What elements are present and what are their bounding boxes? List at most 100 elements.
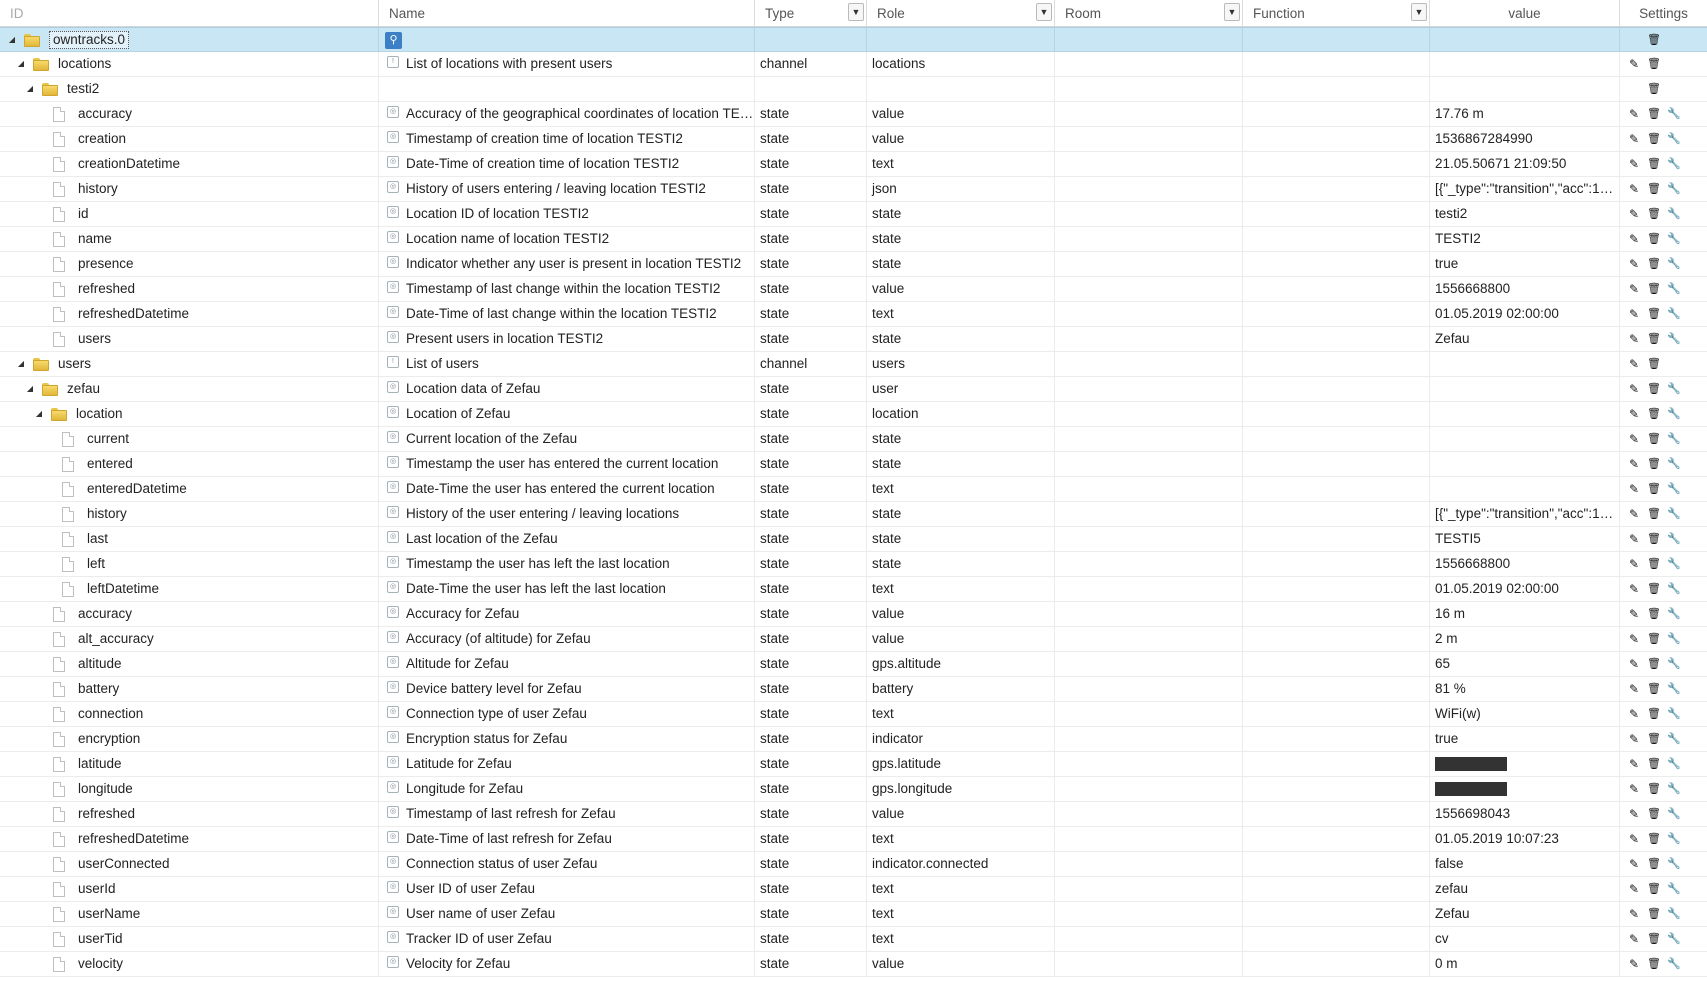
room-cell[interactable] bbox=[1055, 677, 1243, 701]
wrench-icon[interactable]: 🔧 bbox=[1667, 257, 1681, 271]
edit-icon[interactable]: ✎ bbox=[1627, 657, 1641, 671]
function-cell[interactable] bbox=[1243, 202, 1430, 226]
edit-icon[interactable]: ✎ bbox=[1627, 857, 1641, 871]
function-cell[interactable] bbox=[1243, 427, 1430, 451]
wrench-icon[interactable]: 🔧 bbox=[1667, 657, 1681, 671]
header-function[interactable]: Function ▼ bbox=[1243, 0, 1430, 26]
expand-toggle-icon[interactable]: ◢ bbox=[6, 28, 18, 52]
tree-state-row[interactable]: ◢connection ◎ Connection type of user Zefa… bbox=[0, 702, 1707, 727]
function-cell[interactable] bbox=[1243, 777, 1430, 801]
object-id[interactable]: current bbox=[87, 427, 129, 451]
delete-icon[interactable]: 🗑 bbox=[1647, 332, 1661, 346]
edit-icon[interactable]: ✎ bbox=[1627, 732, 1641, 746]
delete-icon[interactable]: 🗑 bbox=[1647, 307, 1661, 321]
delete-icon[interactable]: 🗑 bbox=[1647, 33, 1661, 47]
wrench-icon[interactable]: 🔧 bbox=[1667, 757, 1681, 771]
edit-icon[interactable]: ✎ bbox=[1627, 207, 1641, 221]
edit-icon[interactable]: ✎ bbox=[1627, 532, 1641, 546]
function-cell[interactable] bbox=[1243, 152, 1430, 176]
value-cell[interactable]: zefau bbox=[1430, 877, 1620, 901]
expand-toggle-icon[interactable]: ◢ bbox=[33, 402, 45, 426]
function-cell[interactable] bbox=[1243, 52, 1430, 76]
wrench-icon[interactable]: 🔧 bbox=[1667, 382, 1681, 396]
tree-state-row[interactable]: ◢velocity ◎ Velocity for Zefau statevalue 0 … bbox=[0, 952, 1707, 977]
edit-icon[interactable]: ✎ bbox=[1627, 482, 1641, 496]
edit-icon[interactable]: ✎ bbox=[1627, 457, 1641, 471]
function-cell[interactable] bbox=[1243, 77, 1430, 101]
value-cell[interactable]: 01.05.2019 10:07:23 bbox=[1430, 827, 1620, 851]
header-type[interactable]: Type ▼ bbox=[755, 0, 867, 26]
value-cell[interactable]: Zefau bbox=[1430, 902, 1620, 926]
room-cell[interactable] bbox=[1055, 302, 1243, 326]
delete-icon[interactable]: 🗑 bbox=[1647, 732, 1661, 746]
delete-icon[interactable]: 🗑 bbox=[1647, 282, 1661, 296]
function-cell[interactable] bbox=[1243, 28, 1430, 52]
room-cell[interactable] bbox=[1055, 202, 1243, 226]
wrench-icon[interactable]: 🔧 bbox=[1667, 182, 1681, 196]
value-cell[interactable] bbox=[1430, 402, 1620, 426]
function-cell[interactable] bbox=[1243, 277, 1430, 301]
edit-icon[interactable]: ✎ bbox=[1627, 357, 1641, 371]
object-id[interactable]: locations bbox=[58, 52, 111, 76]
edit-icon[interactable]: ✎ bbox=[1627, 332, 1641, 346]
tree-folder-row[interactable]: ◢ testi2 🗑 bbox=[0, 77, 1707, 102]
room-cell[interactable] bbox=[1055, 752, 1243, 776]
edit-icon[interactable]: ✎ bbox=[1627, 582, 1641, 596]
tree-state-row[interactable]: ◢refreshed ◎ Timestamp of last refresh for… bbox=[0, 802, 1707, 827]
wrench-icon[interactable]: 🔧 bbox=[1667, 282, 1681, 296]
wrench-icon[interactable]: 🔧 bbox=[1667, 107, 1681, 121]
delete-icon[interactable]: 🗑 bbox=[1647, 132, 1661, 146]
tree-state-row[interactable]: ◢battery ◎ Device battery level for Zefau s… bbox=[0, 677, 1707, 702]
delete-icon[interactable]: 🗑 bbox=[1647, 357, 1661, 371]
room-cell[interactable] bbox=[1055, 152, 1243, 176]
delete-icon[interactable]: 🗑 bbox=[1647, 632, 1661, 646]
object-id[interactable]: left bbox=[87, 552, 105, 576]
value-cell[interactable] bbox=[1430, 352, 1620, 376]
tree-folder-row[interactable]: ◢ locations! List of locations with presen… bbox=[0, 52, 1707, 77]
object-id[interactable]: alt_accuracy bbox=[78, 627, 154, 651]
value-cell[interactable] bbox=[1430, 477, 1620, 501]
edit-icon[interactable]: ✎ bbox=[1627, 307, 1641, 321]
wrench-icon[interactable]: 🔧 bbox=[1667, 957, 1681, 971]
header-role[interactable]: Role ▼ bbox=[867, 0, 1055, 26]
value-cell[interactable]: 1556668800 bbox=[1430, 277, 1620, 301]
tree-state-row[interactable]: ◢leftDatetime ◎ Date-Time the user has lef… bbox=[0, 577, 1707, 602]
object-id[interactable]: users bbox=[78, 327, 111, 351]
function-cell[interactable] bbox=[1243, 352, 1430, 376]
function-cell[interactable] bbox=[1243, 627, 1430, 651]
wrench-icon[interactable]: 🔧 bbox=[1667, 732, 1681, 746]
delete-icon[interactable]: 🗑 bbox=[1647, 882, 1661, 896]
wrench-icon[interactable]: 🔧 bbox=[1667, 457, 1681, 471]
wrench-icon[interactable]: 🔧 bbox=[1667, 582, 1681, 596]
room-cell[interactable] bbox=[1055, 827, 1243, 851]
delete-icon[interactable]: 🗑 bbox=[1647, 607, 1661, 621]
room-filter-dropdown-icon[interactable]: ▼ bbox=[1224, 3, 1240, 21]
value-cell[interactable]: 1536867284990 bbox=[1430, 127, 1620, 151]
value-cell[interactable]: TESTI5 bbox=[1430, 527, 1620, 551]
object-id[interactable]: userName bbox=[78, 902, 140, 926]
value-cell[interactable]: TESTI2 bbox=[1430, 227, 1620, 251]
delete-icon[interactable]: 🗑 bbox=[1647, 507, 1661, 521]
function-cell[interactable] bbox=[1243, 752, 1430, 776]
function-cell[interactable] bbox=[1243, 552, 1430, 576]
wrench-icon[interactable]: 🔧 bbox=[1667, 557, 1681, 571]
edit-icon[interactable]: ✎ bbox=[1627, 607, 1641, 621]
object-id[interactable]: refreshedDatetime bbox=[78, 302, 189, 326]
tree-folder-row[interactable]: ◢ owntracks.0 ⚲ 🗑 bbox=[0, 27, 1707, 52]
room-cell[interactable] bbox=[1055, 102, 1243, 126]
edit-icon[interactable]: ✎ bbox=[1627, 232, 1641, 246]
object-id[interactable]: history bbox=[87, 502, 127, 526]
room-cell[interactable] bbox=[1055, 352, 1243, 376]
type-filter-dropdown-icon[interactable]: ▼ bbox=[848, 3, 864, 21]
wrench-icon[interactable]: 🔧 bbox=[1667, 432, 1681, 446]
function-cell[interactable] bbox=[1243, 652, 1430, 676]
function-cell[interactable] bbox=[1243, 877, 1430, 901]
edit-icon[interactable]: ✎ bbox=[1627, 407, 1641, 421]
function-cell[interactable] bbox=[1243, 452, 1430, 476]
edit-icon[interactable]: ✎ bbox=[1627, 507, 1641, 521]
wrench-icon[interactable]: 🔧 bbox=[1667, 232, 1681, 246]
expand-toggle-icon[interactable]: ◢ bbox=[15, 352, 27, 376]
room-cell[interactable] bbox=[1055, 327, 1243, 351]
object-id[interactable]: leftDatetime bbox=[87, 577, 159, 601]
function-cell[interactable] bbox=[1243, 477, 1430, 501]
